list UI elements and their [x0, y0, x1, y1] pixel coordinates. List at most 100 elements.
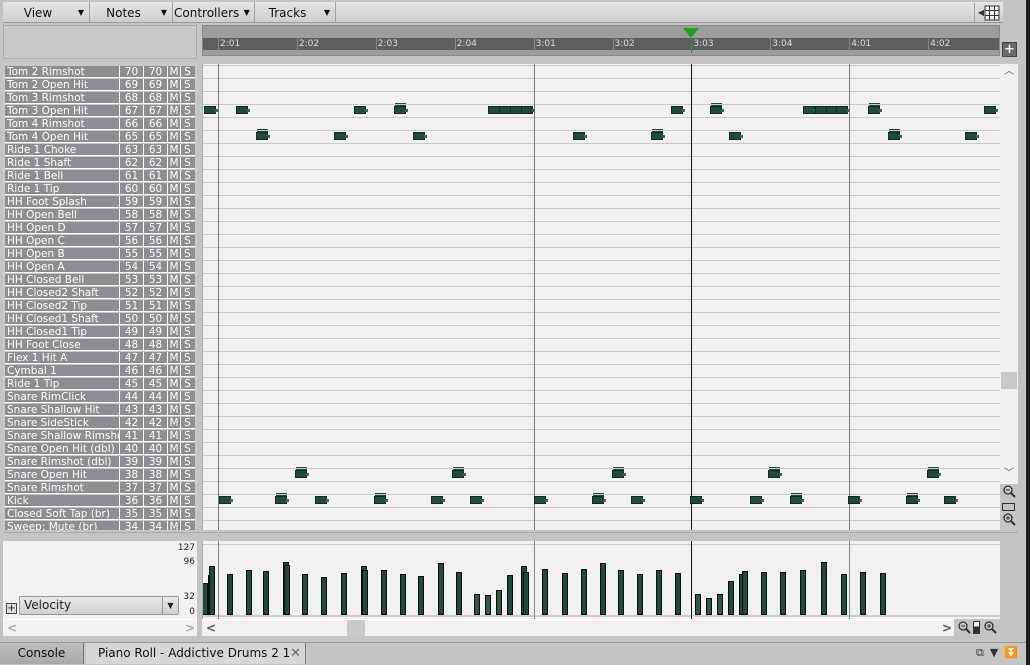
output-note[interactable]: 66 — [144, 118, 168, 130]
drum-key-row[interactable]: Ride 1 Shaft 62 62 M S — [5, 157, 195, 169]
velocity-bar[interactable] — [208, 566, 215, 615]
output-note[interactable]: 59 — [144, 196, 168, 208]
velocity-bar[interactable] — [675, 572, 682, 615]
drum-key-row[interactable]: Snare SideStick 42 42 M S — [5, 417, 195, 429]
input-note[interactable]: 58 — [120, 209, 144, 221]
output-note[interactable]: 38 — [144, 469, 168, 481]
velocity-bar[interactable] — [495, 590, 502, 615]
drum-key-row[interactable]: Sweep: Mute (br) 34 34 M S — [5, 521, 195, 530]
window-layout-icon[interactable]: ⧉ — [976, 646, 984, 660]
input-note[interactable]: 43 — [120, 404, 144, 416]
midi-note[interactable] — [333, 132, 348, 140]
midi-note[interactable] — [670, 106, 685, 114]
velocity-bar[interactable] — [717, 594, 724, 615]
solo-button[interactable]: S — [181, 300, 194, 312]
mute-button[interactable]: M — [168, 404, 181, 416]
output-note[interactable]: 43 — [144, 404, 168, 416]
scroll-right-icon[interactable]: > — [942, 621, 952, 635]
solo-button[interactable]: S — [181, 274, 194, 286]
output-note[interactable]: 44 — [144, 391, 168, 403]
output-note[interactable]: 34 — [144, 521, 168, 530]
mute-button[interactable]: M — [168, 508, 181, 520]
drum-key-row[interactable]: HH Closed2 Shaft 52 52 M S — [5, 287, 195, 299]
velocity-bar[interactable] — [580, 569, 587, 615]
input-note[interactable]: 62 — [120, 157, 144, 169]
output-note[interactable]: 50 — [144, 313, 168, 325]
input-note[interactable]: 65 — [120, 131, 144, 143]
input-note[interactable]: 57 — [120, 222, 144, 234]
output-note[interactable]: 41 — [144, 430, 168, 442]
mute-button[interactable]: M — [168, 222, 181, 234]
solo-button[interactable]: S — [181, 391, 194, 403]
midi-note[interactable] — [767, 467, 782, 478]
velocity-bar[interactable] — [542, 569, 549, 615]
drum-key-row[interactable]: Ride 1 Tip 60 60 M S — [5, 183, 195, 195]
drum-key-row[interactable]: HH Closed Bell 53 53 M S — [5, 274, 195, 286]
solo-button[interactable]: S — [181, 508, 194, 520]
velocity-bar[interactable] — [321, 576, 328, 615]
mute-button[interactable]: M — [168, 92, 181, 104]
velocity-bar[interactable] — [694, 593, 701, 615]
drum-key-row[interactable]: HH Closed2 Tip 51 51 M S — [5, 300, 195, 312]
velocity-bar[interactable] — [741, 571, 748, 615]
drum-key-row[interactable]: Ride 1 Bell 61 61 M S — [5, 170, 195, 182]
mute-button[interactable]: M — [168, 248, 181, 260]
midi-note[interactable] — [218, 496, 233, 504]
solo-button[interactable]: S — [181, 131, 194, 143]
solo-button[interactable]: S — [181, 313, 194, 325]
output-note[interactable]: 51 — [144, 300, 168, 312]
midi-note[interactable] — [789, 493, 804, 504]
input-note[interactable]: 52 — [120, 287, 144, 299]
midi-note[interactable] — [374, 493, 388, 504]
drum-key-row[interactable]: Snare Open Hit 38 38 M S — [5, 469, 195, 481]
mute-button[interactable]: M — [168, 443, 181, 455]
midi-note[interactable] — [572, 132, 587, 140]
input-note[interactable]: 48 — [120, 339, 144, 351]
drum-key-row[interactable]: Closed Soft Tap (br) 35 35 M S — [5, 508, 195, 520]
input-note[interactable]: 34 — [120, 521, 144, 530]
velocity-bar[interactable] — [341, 572, 348, 615]
midi-note[interactable] — [611, 467, 626, 478]
solo-button[interactable]: S — [181, 105, 194, 117]
solo-button[interactable]: S — [181, 170, 194, 182]
velocity-bar[interactable] — [437, 563, 444, 615]
menu-notes[interactable]: Notes ▼ — [91, 2, 173, 23]
output-note[interactable]: 70 — [144, 66, 168, 78]
midi-note[interactable] — [393, 103, 408, 114]
output-note[interactable]: 46 — [144, 365, 168, 377]
input-note[interactable]: 49 — [120, 326, 144, 338]
mute-button[interactable]: M — [168, 378, 181, 390]
mute-button[interactable]: M — [168, 105, 181, 117]
midi-note[interactable] — [944, 496, 959, 504]
horizontal-scrollbar[interactable]: < > — [202, 619, 954, 637]
velocity-bar[interactable] — [561, 572, 568, 615]
dropdown-icon[interactable]: ▼ — [990, 646, 998, 660]
input-note[interactable]: 60 — [120, 183, 144, 195]
mute-button[interactable]: M — [168, 456, 181, 468]
mute-button[interactable]: M — [168, 274, 181, 286]
close-icon[interactable]: ✕ — [290, 643, 301, 664]
solo-button[interactable]: S — [181, 261, 194, 273]
solo-button[interactable]: S — [181, 222, 194, 234]
output-note[interactable]: 56 — [144, 235, 168, 247]
input-note[interactable]: 50 — [120, 313, 144, 325]
velocity-bar[interactable] — [727, 581, 734, 615]
velocity-bar[interactable] — [226, 573, 233, 615]
input-note[interactable]: 46 — [120, 365, 144, 377]
output-note[interactable]: 60 — [144, 183, 168, 195]
mute-button[interactable]: M — [168, 131, 181, 143]
drum-key-row[interactable]: Flex 1 Hit A 47 47 M S — [5, 352, 195, 364]
drum-key-row[interactable]: Snare RimClick 44 44 M S — [5, 391, 195, 403]
grid-toggle-button[interactable]: ◀ — [974, 3, 1000, 22]
velocity-bar[interactable] — [246, 570, 253, 615]
output-note[interactable]: 63 — [144, 144, 168, 156]
tab-console[interactable]: Console — [0, 643, 84, 664]
midi-note[interactable] — [983, 106, 998, 114]
velocity-bar[interactable] — [821, 562, 828, 615]
output-note[interactable]: 48 — [144, 339, 168, 351]
drum-key-row[interactable]: Ride 1 Choke 63 63 M S — [5, 144, 195, 156]
mute-button[interactable]: M — [168, 235, 181, 247]
velocity-bar[interactable] — [860, 572, 867, 615]
horizontal-scroll-thumb[interactable] — [347, 620, 365, 637]
midi-note[interactable] — [470, 496, 485, 504]
